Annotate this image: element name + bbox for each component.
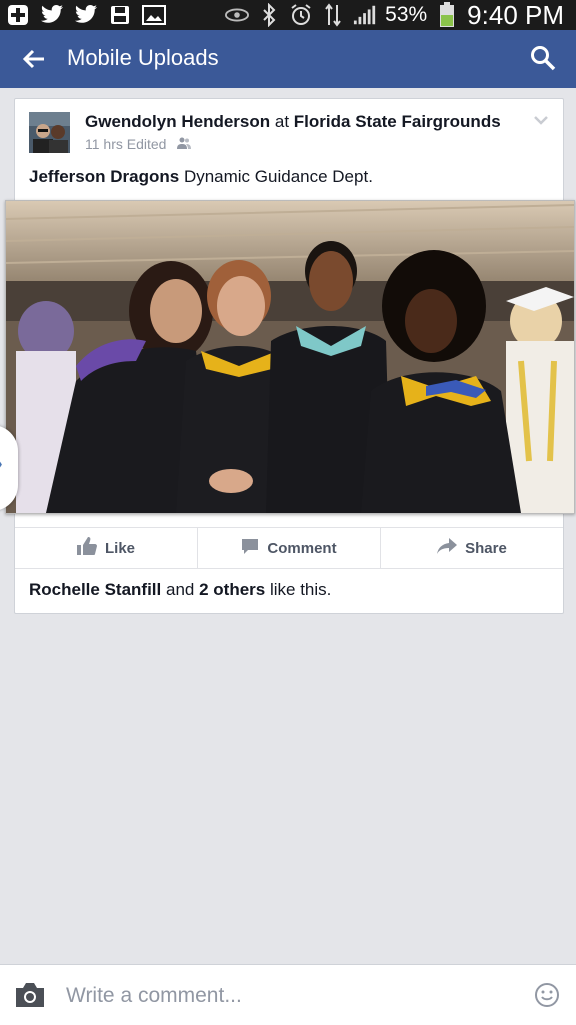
search-icon[interactable] [530, 45, 556, 71]
avatar[interactable] [29, 112, 70, 153]
network-icon [321, 3, 345, 27]
likes-and: and [165, 580, 195, 599]
camera-icon[interactable] [14, 981, 46, 1009]
twitter-icon [74, 3, 98, 27]
comment-input[interactable] [64, 979, 508, 1013]
thumbs-up-icon [76, 537, 97, 559]
share-arrow-icon [437, 538, 458, 558]
like-button[interactable]: Like [15, 528, 197, 568]
battery-icon [435, 2, 459, 27]
app-bar: Mobile Uploads [0, 30, 576, 88]
battery-percent: 53% [385, 3, 428, 26]
share-label: Share [465, 539, 507, 557]
post-time[interactable]: 11 hrs [85, 136, 123, 152]
post-card: Gwendolyn Henderson at Florida State Fai… [5, 98, 575, 614]
caption-text: Dynamic Guidance Dept. [183, 167, 373, 186]
alarm-icon [289, 3, 313, 27]
friends-icon [176, 136, 192, 152]
arrow-left-icon[interactable] [20, 45, 48, 73]
likes-summary: Rochelle Stanfill and 2 others like this… [29, 580, 331, 600]
status-bar: 53% 9:40 PM [0, 0, 576, 30]
caption-tag[interactable]: Jefferson Dragons [29, 167, 179, 186]
emoji-icon[interactable] [534, 982, 560, 1008]
comment-composer [0, 964, 576, 1025]
edited-label[interactable]: Edited [127, 136, 167, 152]
page-title: Mobile Uploads [67, 45, 219, 70]
bluetooth-icon [257, 3, 281, 27]
signal-icon [353, 3, 377, 27]
liker-name[interactable]: Rochelle Stanfill [29, 580, 161, 599]
location-name[interactable]: Florida State Fairgrounds [294, 112, 501, 131]
like-label: Like [104, 539, 135, 557]
comment-label: Comment [267, 539, 337, 557]
post-meta: 11 hrs Edited [85, 136, 192, 152]
author-name[interactable]: Gwendolyn Henderson [85, 112, 270, 131]
eye-icon [225, 3, 250, 27]
post-photo[interactable] [5, 200, 575, 514]
comment-icon [241, 537, 259, 559]
post-caption: Jefferson Dragons Dynamic Guidance Dept. [29, 167, 373, 187]
post-actions: Like Comment Share [15, 527, 563, 569]
gallery-icon [142, 3, 166, 27]
at-word: at [274, 112, 290, 131]
save-icon [108, 3, 132, 27]
likes-others-link[interactable]: 2 others [199, 580, 265, 599]
comment-button[interactable]: Comment [197, 528, 380, 568]
plus-icon [6, 3, 30, 27]
post-header: Gwendolyn Henderson at Florida State Fai… [85, 112, 501, 132]
chevron-down-icon[interactable] [533, 113, 549, 125]
clock: 9:40 PM [467, 0, 564, 30]
likes-suffix: like this. [269, 580, 332, 599]
chevron-right-icon: › [0, 453, 3, 476]
twitter-icon [40, 3, 64, 27]
share-button[interactable]: Share [380, 528, 563, 568]
